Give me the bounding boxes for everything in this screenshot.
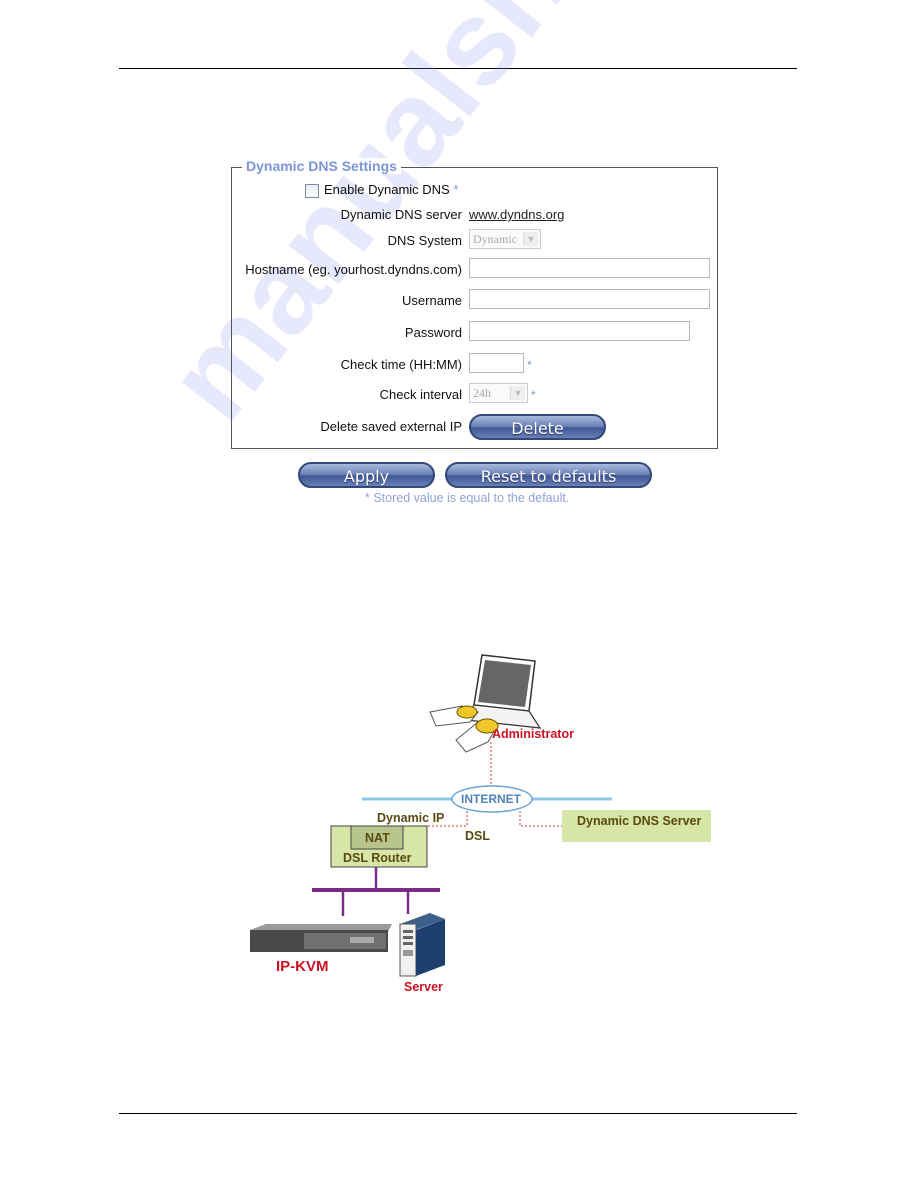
dynamic-ip-label: Dynamic IP — [377, 811, 445, 825]
server-tower-icon — [399, 913, 445, 977]
router-label: DSL Router — [343, 851, 412, 865]
dsl-label: DSL — [465, 829, 490, 843]
ipkvm-label: IP-KVM — [276, 958, 329, 975]
administrator-label: Administrator — [492, 727, 574, 741]
dns-server-link-line — [519, 811, 562, 827]
server-label: Server — [404, 980, 443, 994]
network-diagram — [250, 654, 711, 977]
internet-label: INTERNET — [461, 792, 521, 806]
dns-server-label-diagram: Dynamic DNS Server — [577, 814, 702, 828]
ipkvm-device-icon — [250, 924, 392, 952]
nat-label: NAT — [365, 831, 390, 845]
